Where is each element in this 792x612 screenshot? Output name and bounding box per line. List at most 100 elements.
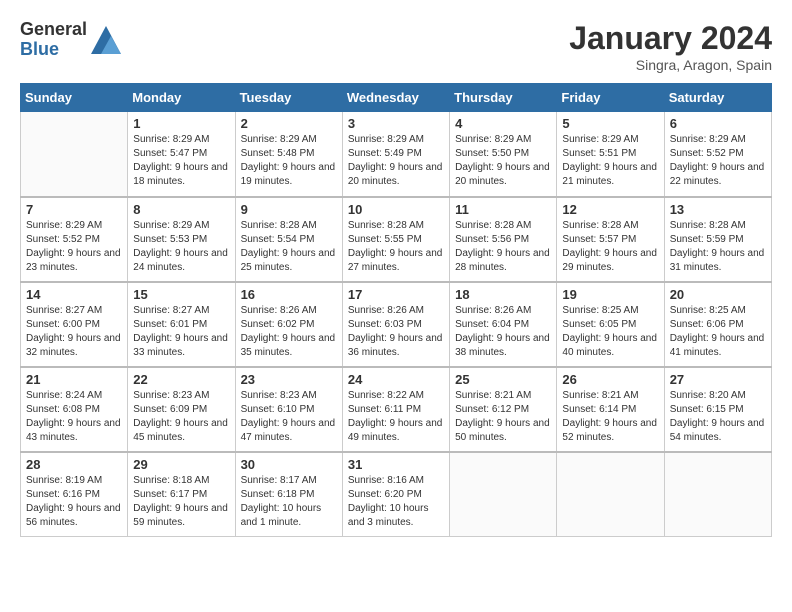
day-info: Sunrise: 8:29 AMSunset: 5:51 PMDaylight:… (562, 133, 658, 189)
day-info: Sunrise: 8:29 AMSunset: 5:47 PMDaylight:… (133, 133, 229, 189)
logo-general: General (20, 20, 87, 40)
calendar-cell: 1 Sunrise: 8:29 AMSunset: 5:47 PMDaylight… (128, 112, 235, 197)
calendar-cell (557, 452, 664, 537)
calendar-cell: 15 Sunrise: 8:27 AMSunset: 6:01 PMDayligh… (128, 282, 235, 367)
calendar-cell: 23Sunrise: 8:23 AMSunset: 6:10 PMDayligh… (235, 367, 342, 452)
day-info: Sunrise: 8:28 AMSunset: 5:54 PMDaylight:… (241, 219, 337, 275)
weekday-header-thursday: Thursday (450, 84, 557, 112)
day-info: Sunrise: 8:21 AMSunset: 6:12 PMDaylight:… (455, 389, 551, 445)
day-info: Sunrise: 8:25 AMSunset: 6:05 PMDaylight:… (562, 304, 658, 360)
weekday-header-wednesday: Wednesday (342, 84, 449, 112)
calendar-cell: 16 Sunrise: 8:26 AMSunset: 6:02 PMDayligh… (235, 282, 342, 367)
calendar-cell: 4 Sunrise: 8:29 AMSunset: 5:50 PMDaylight… (450, 112, 557, 197)
day-info: Sunrise: 8:26 AMSunset: 6:02 PMDaylight:… (241, 304, 337, 360)
calendar-cell: 10 Sunrise: 8:28 AMSunset: 5:55 PMDayligh… (342, 197, 449, 282)
day-number: 9 (241, 202, 337, 217)
day-number: 27 (670, 372, 766, 387)
calendar-cell: 30Sunrise: 8:17 AMSunset: 6:18 PMDayligh… (235, 452, 342, 537)
calendar-cell: 13 Sunrise: 8:28 AMSunset: 5:59 PMDayligh… (664, 197, 771, 282)
day-info: Sunrise: 8:20 AMSunset: 6:15 PMDaylight:… (670, 389, 766, 445)
week-row-1: 1 Sunrise: 8:29 AMSunset: 5:47 PMDaylight… (21, 112, 772, 197)
day-number: 15 (133, 287, 229, 302)
week-row-2: 7Sunrise: 8:29 AMSunset: 5:52 PMDaylight… (21, 197, 772, 282)
weekday-header-row: SundayMondayTuesdayWednesdayThursdayFrid… (21, 84, 772, 112)
day-number: 10 (348, 202, 444, 217)
day-info: Sunrise: 8:21 AMSunset: 6:14 PMDaylight:… (562, 389, 658, 445)
calendar-cell: 24Sunrise: 8:22 AMSunset: 6:11 PMDayligh… (342, 367, 449, 452)
calendar-cell: 20 Sunrise: 8:25 AMSunset: 6:06 PMDayligh… (664, 282, 771, 367)
day-number: 2 (241, 116, 337, 131)
calendar-cell: 6 Sunrise: 8:29 AMSunset: 5:52 PMDaylight… (664, 112, 771, 197)
weekday-header-tuesday: Tuesday (235, 84, 342, 112)
weekday-header-monday: Monday (128, 84, 235, 112)
logo-blue: Blue (20, 40, 87, 60)
calendar-cell: 26Sunrise: 8:21 AMSunset: 6:14 PMDayligh… (557, 367, 664, 452)
day-info: Sunrise: 8:23 AMSunset: 6:10 PMDaylight:… (241, 389, 337, 445)
day-info: Sunrise: 8:25 AMSunset: 6:06 PMDaylight:… (670, 304, 766, 360)
day-info: Sunrise: 8:26 AMSunset: 6:04 PMDaylight:… (455, 304, 551, 360)
week-row-5: 28 Sunrise: 8:19 AMSunset: 6:16 PMDayligh… (21, 452, 772, 537)
calendar-cell: 22 Sunrise: 8:23 AMSunset: 6:09 PMDayligh… (128, 367, 235, 452)
title-block: January 2024 Singra, Aragon, Spain (569, 20, 772, 73)
page-header: General Blue January 2024 Singra, Aragon… (20, 20, 772, 73)
calendar-cell: 19 Sunrise: 8:25 AMSunset: 6:05 PMDayligh… (557, 282, 664, 367)
calendar-cell: 7Sunrise: 8:29 AMSunset: 5:52 PMDaylight… (21, 197, 128, 282)
week-row-3: 14 Sunrise: 8:27 AMSunset: 6:00 PMDayligh… (21, 282, 772, 367)
logo: General Blue (20, 20, 121, 60)
calendar-cell: 9 Sunrise: 8:28 AMSunset: 5:54 PMDaylight… (235, 197, 342, 282)
day-info: Sunrise: 8:29 AMSunset: 5:52 PMDaylight:… (670, 133, 766, 189)
week-row-4: 21 Sunrise: 8:24 AMSunset: 6:08 PMDayligh… (21, 367, 772, 452)
day-number: 1 (133, 116, 229, 131)
location: Singra, Aragon, Spain (569, 57, 772, 73)
day-number: 17 (348, 287, 444, 302)
logo-icon (91, 26, 121, 54)
weekday-header-friday: Friday (557, 84, 664, 112)
day-number: 31 (348, 457, 444, 472)
day-info: Sunrise: 8:28 AMSunset: 5:59 PMDaylight:… (670, 219, 766, 275)
calendar-cell: 25 Sunrise: 8:21 AMSunset: 6:12 PMDayligh… (450, 367, 557, 452)
calendar-cell: 17 Sunrise: 8:26 AMSunset: 6:03 PMDayligh… (342, 282, 449, 367)
day-info: Sunrise: 8:29 AMSunset: 5:48 PMDaylight:… (241, 133, 337, 189)
day-number: 4 (455, 116, 551, 131)
calendar-cell: 12Sunrise: 8:28 AMSunset: 5:57 PMDayligh… (557, 197, 664, 282)
calendar-cell (450, 452, 557, 537)
day-number: 20 (670, 287, 766, 302)
day-number: 11 (455, 202, 551, 217)
day-number: 12 (562, 202, 658, 217)
calendar-cell (664, 452, 771, 537)
weekday-header-saturday: Saturday (664, 84, 771, 112)
day-number: 13 (670, 202, 766, 217)
day-number: 8 (133, 202, 229, 217)
day-info: Sunrise: 8:29 AMSunset: 5:52 PMDaylight:… (26, 219, 122, 275)
day-info: Sunrise: 8:23 AMSunset: 6:09 PMDaylight:… (133, 389, 229, 445)
day-info: Sunrise: 8:22 AMSunset: 6:11 PMDaylight:… (348, 389, 444, 445)
day-number: 14 (26, 287, 122, 302)
day-info: Sunrise: 8:19 AMSunset: 6:16 PMDaylight:… (26, 474, 122, 530)
day-number: 18 (455, 287, 551, 302)
day-number: 22 (133, 372, 229, 387)
calendar-cell: 11 Sunrise: 8:28 AMSunset: 5:56 PMDayligh… (450, 197, 557, 282)
day-info: Sunrise: 8:18 AMSunset: 6:17 PMDaylight:… (133, 474, 229, 530)
day-info: Sunrise: 8:16 AMSunset: 6:20 PMDaylight:… (348, 474, 444, 530)
day-number: 28 (26, 457, 122, 472)
calendar-cell: 27 Sunrise: 8:20 AMSunset: 6:15 PMDayligh… (664, 367, 771, 452)
day-number: 29 (133, 457, 229, 472)
day-info: Sunrise: 8:27 AMSunset: 6:01 PMDaylight:… (133, 304, 229, 360)
day-info: Sunrise: 8:27 AMSunset: 6:00 PMDaylight:… (26, 304, 122, 360)
day-info: Sunrise: 8:29 AMSunset: 5:49 PMDaylight:… (348, 133, 444, 189)
calendar-cell: 31 Sunrise: 8:16 AMSunset: 6:20 PMDayligh… (342, 452, 449, 537)
day-number: 19 (562, 287, 658, 302)
day-number: 16 (241, 287, 337, 302)
day-info: Sunrise: 8:24 AMSunset: 6:08 PMDaylight:… (26, 389, 122, 445)
calendar-cell: 21 Sunrise: 8:24 AMSunset: 6:08 PMDayligh… (21, 367, 128, 452)
day-info: Sunrise: 8:29 AMSunset: 5:50 PMDaylight:… (455, 133, 551, 189)
day-number: 6 (670, 116, 766, 131)
day-info: Sunrise: 8:28 AMSunset: 5:56 PMDaylight:… (455, 219, 551, 275)
day-number: 25 (455, 372, 551, 387)
calendar-cell: 3 Sunrise: 8:29 AMSunset: 5:49 PMDaylight… (342, 112, 449, 197)
day-number: 21 (26, 372, 122, 387)
day-number: 3 (348, 116, 444, 131)
day-info: Sunrise: 8:26 AMSunset: 6:03 PMDaylight:… (348, 304, 444, 360)
calendar: SundayMondayTuesdayWednesdayThursdayFrid… (20, 83, 772, 537)
day-info: Sunrise: 8:28 AMSunset: 5:55 PMDaylight:… (348, 219, 444, 275)
